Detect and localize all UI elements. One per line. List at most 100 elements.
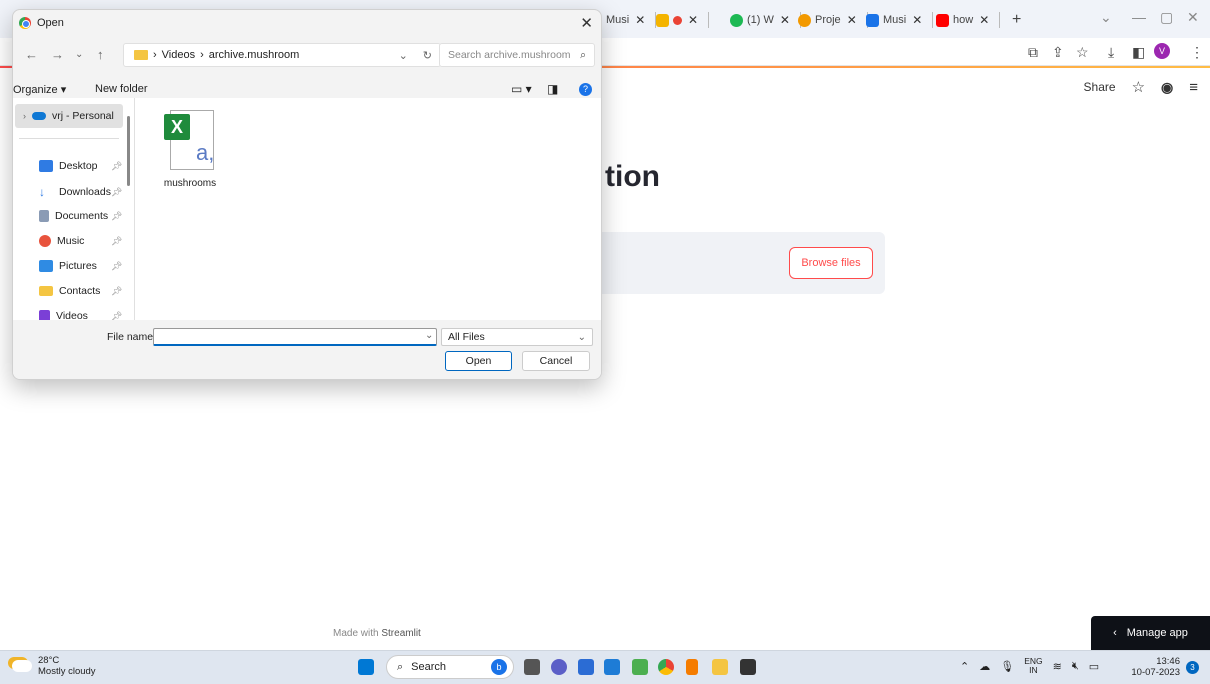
install-app-icon[interactable]: ⧉ [1028, 44, 1038, 61]
close-tab-icon[interactable]: ✕ [979, 13, 989, 27]
close-tab-icon[interactable]: ✕ [635, 13, 645, 27]
back-arrow-icon[interactable]: ← [25, 47, 38, 62]
task-view-icon[interactable] [524, 659, 540, 675]
wifi-icon[interactable]: ≋ [1053, 660, 1062, 673]
tab-search-icon[interactable]: ⌄ [1100, 9, 1112, 26]
nav-item-documents[interactable]: Documents 📌︎ [39, 210, 122, 222]
close-tab-icon[interactable]: ✕ [912, 13, 922, 27]
help-icon[interactable]: ? [579, 82, 592, 96]
volume-mute-icon[interactable]: 🔇︎ [1072, 660, 1079, 673]
profile-avatar[interactable]: V [1154, 43, 1170, 59]
close-tab-icon[interactable]: ✕ [847, 13, 857, 27]
new-folder-button[interactable]: New folder [95, 83, 148, 95]
browser-tab[interactable]: ✕ [656, 9, 710, 31]
nav-item-onedrive[interactable]: › vrj - Personal [23, 110, 114, 122]
chrome-taskbar-icon[interactable] [658, 659, 674, 675]
nav-item-desktop[interactable]: Desktop 📌︎ [39, 160, 122, 172]
onedrive-icon[interactable]: ☁ [979, 660, 990, 673]
nav-item-music[interactable]: Music 📌︎ [39, 235, 122, 247]
cloud-sun-icon [12, 660, 32, 672]
browser-tab[interactable]: Musi ✕ [866, 9, 934, 31]
streamlit-link[interactable]: Streamlit [381, 628, 420, 639]
chevron-down-icon[interactable]: ⌄ [425, 330, 433, 341]
nav-item-contacts[interactable]: Contacts 📌︎ [39, 285, 122, 297]
github-icon[interactable]: ◉ [1161, 79, 1173, 96]
close-window-icon[interactable]: ✕ [1187, 9, 1199, 26]
file-item[interactable]: X a, mushrooms [155, 108, 225, 189]
organize-menu[interactable]: Organize ▾ [13, 83, 66, 96]
side-panel-icon[interactable]: ◧ [1132, 44, 1145, 61]
music-icon [39, 235, 51, 247]
open-file-dialog: Open ✕ ← → ⌄ ↑ › Videos › archive.mushro… [12, 9, 602, 380]
explorer-icon[interactable] [578, 659, 594, 675]
nav-item-downloads[interactable]: ↓ Downloads 📌︎ [39, 185, 122, 199]
file-type-select[interactable]: All Files ⌄ [441, 328, 593, 346]
open-button[interactable]: Open [445, 351, 512, 371]
download-icon[interactable]: ⤓ [1108, 44, 1114, 61]
pin-icon[interactable]: 📌︎ [111, 286, 122, 297]
chevron-up-icon[interactable]: ⌃ [960, 660, 969, 673]
address-bar[interactable]: › Videos › archive.mushroom ⌄ ↻ [123, 43, 441, 67]
system-tray: ⌃ ☁ 🎙︎ ENG IN ≋ 🔇︎ ▭ [960, 657, 1099, 675]
chevron-down-icon[interactable]: ⌄ [399, 49, 408, 62]
close-tab-icon[interactable]: ✕ [688, 13, 698, 27]
browser-tab[interactable]: Proje ✕ [798, 9, 868, 31]
battery-icon[interactable]: ▭ [1089, 660, 1099, 673]
microphone-icon[interactable]: 🎙︎ [1000, 660, 1014, 673]
browse-files-button[interactable]: Browse files [789, 247, 873, 279]
file-name-input[interactable] [153, 328, 437, 346]
nav-scrollbar[interactable] [127, 116, 130, 186]
preview-pane-icon[interactable]: ◨ [547, 82, 558, 96]
view-options-icon[interactable]: ▭ ▾ [511, 82, 532, 96]
share-button[interactable]: Share [1084, 80, 1116, 94]
breadcrumb-item[interactable]: archive.mushroom [209, 49, 299, 61]
terminal-icon[interactable] [740, 659, 756, 675]
pin-icon[interactable]: 📌︎ [111, 161, 122, 172]
search-input[interactable]: Search archive.mushroom ⌕ [439, 43, 595, 67]
share-page-icon[interactable]: ⇪ [1052, 44, 1064, 61]
language-indicator[interactable]: ENG IN [1024, 657, 1042, 675]
pictures-icon [39, 260, 53, 272]
jupyter-icon[interactable] [686, 659, 698, 675]
chevron-right-icon[interactable]: › [23, 111, 26, 121]
breadcrumb-item[interactable]: Videos [162, 49, 195, 61]
minimize-icon[interactable]: — [1132, 9, 1146, 25]
cancel-button[interactable]: Cancel [522, 351, 590, 371]
file-explorer-icon[interactable] [712, 659, 728, 675]
forward-arrow-icon[interactable]: → [51, 47, 64, 62]
star-icon[interactable]: ☆ [1132, 78, 1145, 96]
pin-icon[interactable]: 📌︎ [111, 187, 122, 198]
recent-locations-icon[interactable]: ⌄ [75, 49, 83, 60]
dialog-titlebar: Open [13, 10, 601, 36]
chevron-left-icon: ‹ [1113, 627, 1117, 639]
up-arrow-icon[interactable]: ↑ [97, 47, 104, 62]
bookmark-star-icon[interactable]: ☆ [1076, 44, 1089, 61]
weather-widget[interactable]: 28°C Mostly cloudy [12, 655, 96, 677]
tab-favicon [730, 13, 743, 27]
browser-menu-icon[interactable]: ⋮ [1190, 44, 1204, 61]
browser-tab[interactable]: how ✕ [936, 9, 1001, 31]
manage-app-button[interactable]: ‹ Manage app [1091, 616, 1210, 650]
close-tab-icon[interactable]: ✕ [780, 13, 790, 27]
photos-icon[interactable] [632, 659, 648, 675]
close-icon[interactable]: ✕ [580, 14, 593, 32]
teams-icon[interactable] [551, 659, 567, 675]
bing-icon[interactable]: b [491, 659, 507, 675]
windows-start-icon[interactable] [358, 659, 374, 675]
restore-icon[interactable]: ▢ [1160, 9, 1173, 26]
clock[interactable]: 13:46 10-07-2023 [1128, 656, 1180, 678]
browser-tab[interactable]: (1) W ✕ [730, 9, 801, 31]
chrome-icon [19, 17, 31, 29]
pin-icon[interactable]: 📌︎ [111, 261, 122, 272]
notification-badge[interactable]: 3 [1186, 661, 1199, 674]
browser-tab[interactable]: Musi ✕ [606, 9, 657, 31]
refresh-icon[interactable]: ↻ [423, 49, 432, 62]
notepad-icon[interactable] [604, 659, 620, 675]
taskbar-search[interactable]: ⌕ Search b [386, 655, 514, 679]
pin-icon[interactable]: 📌︎ [111, 211, 122, 222]
nav-item-pictures[interactable]: Pictures 📌︎ [39, 260, 122, 272]
main-menu-icon[interactable]: ≡ [1189, 79, 1198, 96]
pin-icon[interactable]: 📌︎ [111, 236, 122, 247]
new-tab-button[interactable]: + [1012, 9, 1021, 31]
excel-csv-icon: X a, [162, 108, 218, 172]
